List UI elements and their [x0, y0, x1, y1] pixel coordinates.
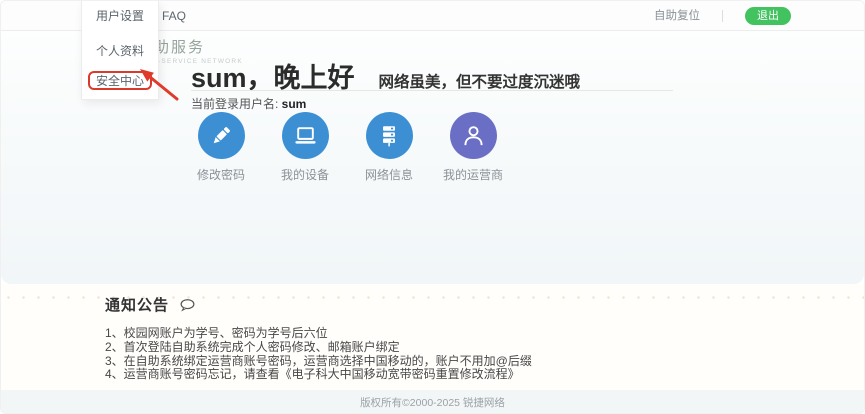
speech-bubble-icon: [179, 298, 196, 312]
menu-item-profile[interactable]: 个人资料: [82, 39, 158, 63]
action-label: 我的设备: [281, 166, 329, 183]
quick-actions-row: 修改密码 我的设备: [179, 112, 515, 183]
laptop-icon: [282, 112, 329, 159]
copyright-text: 版权所有©2000-2025 锐捷网络: [360, 395, 505, 410]
greeting-divider: [191, 90, 673, 91]
topbar-divider: [722, 10, 723, 22]
action-my-devices[interactable]: 我的设备: [263, 112, 347, 183]
user-settings-dropdown: 用户设置 个人资料 安全中心: [81, 1, 159, 100]
menu-user-settings[interactable]: 用户设置: [82, 1, 158, 31]
user-icon: [450, 112, 497, 159]
current-user-line: 当前登录用户名: sum: [191, 95, 306, 112]
notice-item: 1、校园网账户为学号、密码为学号后六位: [105, 327, 532, 341]
footer: 版权所有©2000-2025 锐捷网络: [1, 390, 864, 414]
action-my-carrier[interactable]: 我的运营商: [431, 112, 515, 183]
greeting-text: sum，晚上好: [191, 63, 355, 93]
action-label: 修改密码: [197, 166, 245, 183]
greeting-tip: 网络虽美，但不要过度沉迷哦: [379, 74, 581, 91]
notice-list: 1、校园网账户为学号、密码为学号后六位 2、首次登陆自助系统完成个人密码修改、邮…: [105, 327, 532, 382]
current-username: sum: [282, 97, 307, 111]
notice-item: 4、运营商账号密码忘记，请查看《电子科大中国移动宽带密码重置修改流程》: [105, 368, 532, 382]
notice-item: 2、首次登陆自助系统完成个人密码修改、邮箱账户绑定: [105, 341, 532, 355]
notice-title: 通知公告: [105, 294, 169, 315]
server-icon: [366, 112, 413, 159]
self-service-portal-window: FAQ 自助复位 退出 自助服务 SELF-SERVICE NETWORK su…: [0, 0, 865, 414]
self-reset-link[interactable]: 自助复位: [654, 1, 700, 31]
notice-section: 通知公告 1、校园网账户为学号、密码为学号后六位 2、首次登陆自助系统完成个人密…: [1, 284, 864, 390]
action-change-password[interactable]: 修改密码: [179, 112, 263, 183]
action-label: 网络信息: [365, 166, 413, 183]
menu-item-security-center[interactable]: 安全中心: [88, 71, 152, 90]
pencil-icon: [198, 112, 245, 159]
logout-button[interactable]: 退出: [745, 7, 791, 25]
action-label: 我的运营商: [443, 166, 503, 183]
action-network-info[interactable]: 网络信息: [347, 112, 431, 183]
